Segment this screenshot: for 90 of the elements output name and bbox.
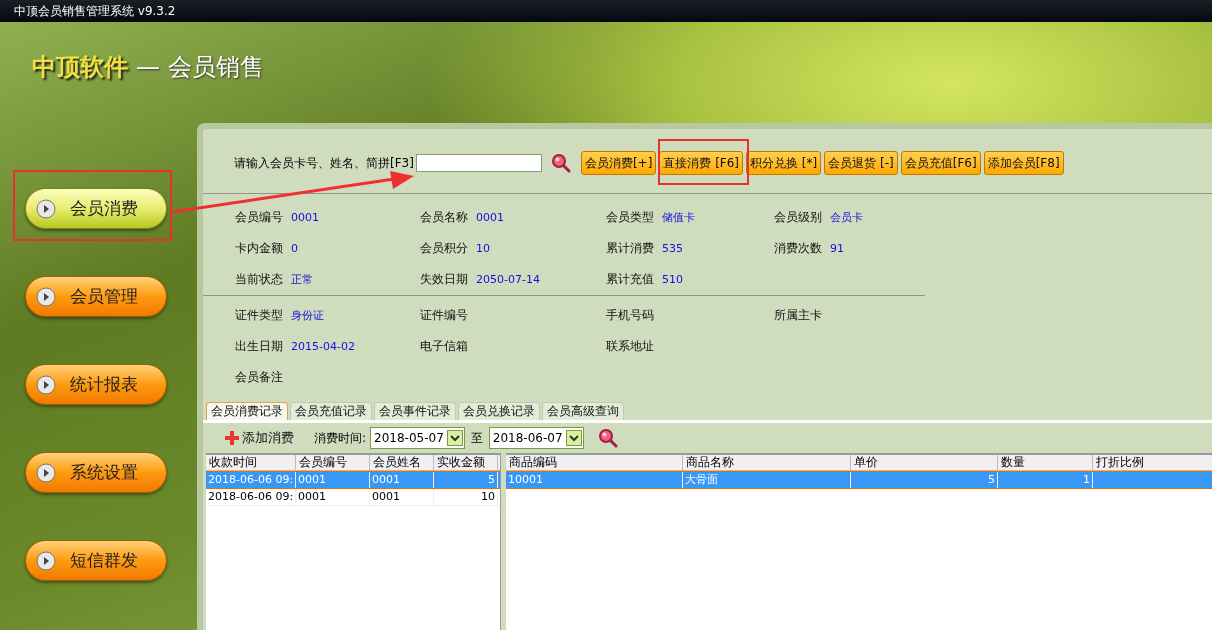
action-button[interactable]: 会员充值[F6] — [900, 151, 981, 175]
play-icon — [36, 550, 56, 571]
field-value: 2015-04-02 — [291, 340, 355, 353]
field-value: 正常 — [291, 272, 313, 287]
play-icon — [36, 198, 56, 219]
field-label: 证件编号 — [420, 307, 468, 324]
field-label: 累计消费 — [606, 240, 654, 257]
window-title: 中顶会员销售管理系统 v9.3.2 — [14, 2, 176, 20]
column-header[interactable]: 单价 — [851, 455, 998, 470]
table-row[interactable]: 2018-06-06 09: 0001 0001 10 — [206, 489, 500, 506]
tab[interactable]: 会员兑换记录 — [458, 402, 540, 420]
column-header[interactable]: 会员编号 — [296, 455, 370, 470]
sidebar-button[interactable]: 短信群发 — [25, 540, 167, 581]
dropdown-icon — [565, 430, 582, 446]
field-value: 身份证 — [291, 308, 324, 323]
plus-icon — [224, 430, 240, 446]
sidebar-button[interactable]: 会员消费 — [25, 188, 167, 229]
tab[interactable]: 会员充值记录 — [290, 402, 372, 420]
date-picker[interactable]: 2018-06-07 — [488, 427, 584, 449]
table-cell: 5 — [434, 472, 498, 488]
field-label: 出生日期 — [235, 338, 283, 355]
table-cell: 10001 — [506, 472, 683, 488]
table-cell: 10 — [434, 489, 498, 505]
field-value: 91 — [830, 242, 844, 255]
search-icon[interactable] — [597, 428, 618, 448]
table-cell: 2018-06-06 09: — [206, 472, 296, 488]
range-separator: 至 — [470, 429, 483, 447]
search-field[interactable] — [415, 154, 542, 172]
brand-name: 中顶软件 — [32, 51, 128, 83]
field-value: 会员卡 — [830, 210, 863, 225]
add-button[interactable]: 添加消费 — [224, 429, 294, 447]
table-cell: 0001 — [370, 489, 434, 505]
play-icon — [36, 286, 56, 307]
field-value: 储值卡 — [662, 210, 695, 225]
field-label: 所属主卡 — [774, 307, 822, 324]
field-value: 535 — [662, 242, 683, 255]
action-button[interactable]: 会员退货 [-] — [824, 151, 898, 175]
column-header[interactable]: 实收金额 — [434, 455, 498, 470]
field-label: 累计充值 — [606, 271, 654, 288]
sidebar-button[interactable]: 系统设置 — [25, 452, 167, 493]
column-header[interactable]: 商品编码 — [506, 455, 683, 470]
field-label: 会员名称 — [420, 209, 468, 226]
field-value: 10 — [476, 242, 490, 255]
field-label: 联系地址 — [606, 338, 654, 355]
field-label: 会员类型 — [606, 209, 654, 226]
column-header[interactable]: 商品名称 — [683, 455, 851, 470]
time-label: 消费时间: — [314, 429, 367, 447]
field-label: 会员编号 — [235, 209, 283, 226]
table-cell: 0001 — [296, 489, 370, 505]
play-icon — [36, 462, 56, 483]
tab[interactable]: 会员高级查询 — [542, 402, 624, 420]
column-header[interactable]: 数量 — [998, 455, 1093, 470]
column-header[interactable]: 打折比例 — [1093, 455, 1212, 470]
action-button[interactable]: 会员消费[+] — [580, 151, 657, 175]
banner-subtitle: — 会员销售 — [136, 51, 264, 83]
search-icon[interactable] — [550, 153, 571, 173]
tab[interactable]: 会员事件记录 — [374, 402, 456, 420]
field-label: 会员积分 — [420, 240, 468, 257]
field-label: 会员级别 — [774, 209, 822, 226]
field-value: 0 — [291, 242, 298, 255]
table-cell: 2018-06-06 09: — [206, 489, 296, 505]
table-cell: 1 — [998, 472, 1093, 488]
field-label: 会员备注 — [235, 369, 283, 386]
search-label: 请输入会员卡号、姓名、简拼[F3] — [234, 154, 414, 172]
table-cell: 大骨面 — [683, 472, 851, 488]
field-label: 失效日期 — [420, 271, 468, 288]
action-button[interactable]: 直接消费 [F6] — [659, 151, 744, 175]
column-header[interactable]: 会员姓名 — [370, 455, 434, 470]
tab[interactable]: 会员消费记录 — [206, 402, 288, 420]
date-picker[interactable]: 2018-05-07 — [370, 427, 465, 449]
field-value: 0001 — [476, 211, 504, 224]
dropdown-icon — [446, 430, 463, 446]
play-icon — [36, 374, 56, 395]
field-label: 消费次数 — [774, 240, 822, 257]
field-label: 当前状态 — [235, 271, 283, 288]
action-button[interactable]: 添加会员[F8] — [983, 151, 1064, 175]
table-cell: 0001 — [296, 472, 370, 488]
field-label: 卡内金额 — [235, 240, 283, 257]
column-header[interactable]: 收款时间 — [206, 455, 296, 470]
field-value: 0001 — [291, 211, 319, 224]
table-cell: 5 — [851, 472, 998, 488]
field-label: 手机号码 — [606, 307, 654, 324]
field-label: 证件类型 — [235, 307, 283, 324]
table-cell: 0001 — [370, 472, 434, 488]
sidebar-button[interactable]: 会员管理 — [25, 276, 167, 317]
sidebar-button[interactable]: 统计报表 — [25, 364, 167, 405]
field-value: 510 — [662, 273, 683, 286]
field-value: 2050-07-14 — [476, 273, 540, 286]
action-button[interactable]: 积分兑换 [*] — [746, 151, 822, 175]
field-label: 电子信箱 — [420, 338, 468, 355]
